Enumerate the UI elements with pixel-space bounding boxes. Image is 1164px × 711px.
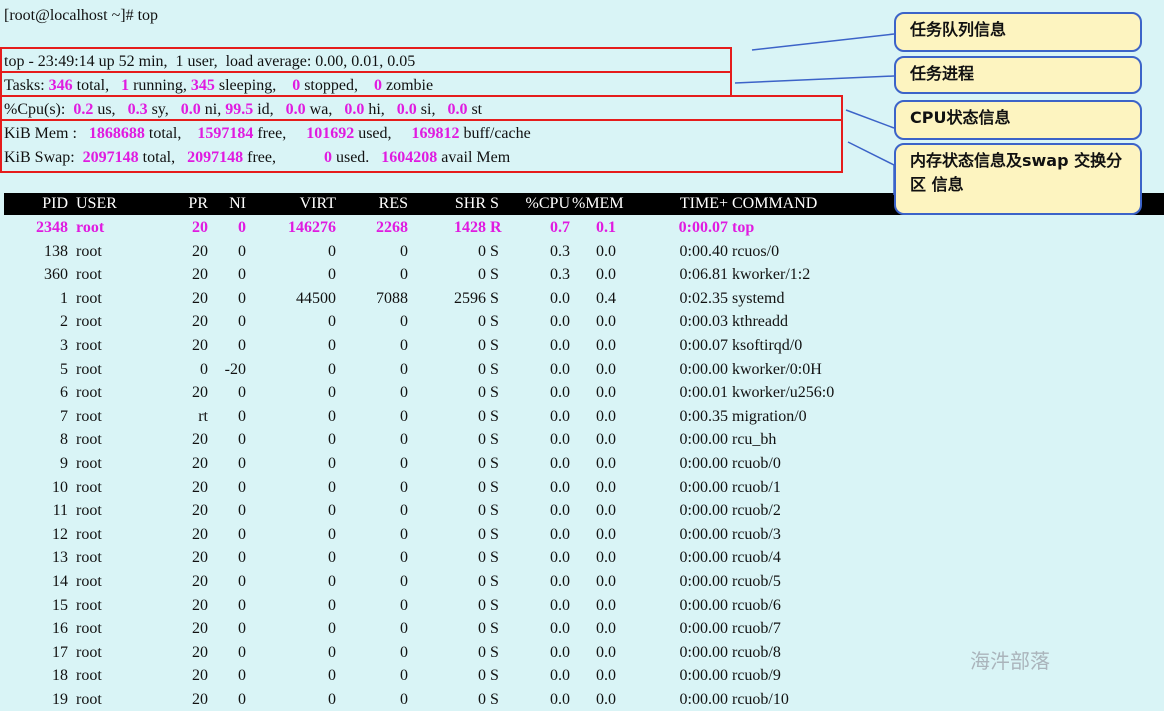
callout-memory: 内存状态信息及swap 交换分区 信息 bbox=[894, 143, 1142, 215]
callout-tasks: 任务进程 bbox=[894, 56, 1142, 94]
watermark: 海汼部落 bbox=[970, 649, 1050, 673]
terminal-window[interactable]: [root@localhost ~]# top top - 23:49:14 u… bbox=[0, 0, 1164, 708]
callout-cpu: CPU状态信息 bbox=[894, 100, 1142, 140]
callout-task-queue: 任务队列信息 bbox=[894, 12, 1142, 52]
